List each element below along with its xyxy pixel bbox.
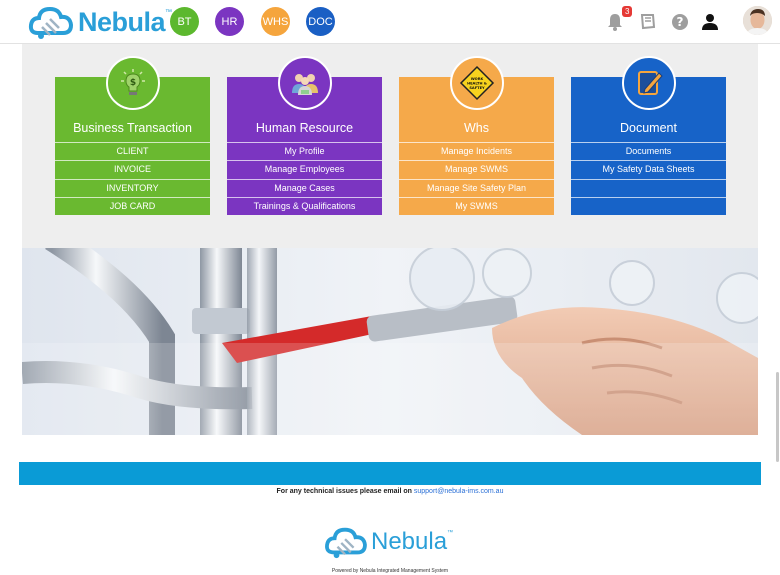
cloud-logo-icon: [325, 527, 367, 559]
menu-item-my-swms[interactable]: My SWMS: [399, 196, 554, 215]
svg-text:WORK: WORK: [470, 77, 483, 81]
svg-text:$: $: [129, 78, 135, 88]
menu-item-trainings-qualifications[interactable]: Trainings & Qualifications: [227, 196, 382, 215]
menu-item-documents[interactable]: Documents: [571, 142, 726, 160]
card-whs: WORK HEALTH & SAFTEY Whs Manage Incident…: [399, 56, 554, 215]
whs-sign-icon: WORK HEALTH & SAFTEY: [449, 56, 504, 110]
menu-item-manage-employees[interactable]: Manage Employees: [227, 160, 382, 178]
card-title: Document: [620, 121, 677, 135]
menu-item-empty: [571, 178, 726, 197]
people-icon: [277, 56, 332, 110]
trademark-mark: ™: [447, 530, 454, 536]
footer-logo: Nebula ™: [324, 524, 453, 560]
menu-item-manage-swms[interactable]: Manage SWMS: [399, 160, 554, 178]
module-bt-button[interactable]: BT: [170, 7, 199, 36]
menu-item-my-safety-data-sheets[interactable]: My Safety Data Sheets: [571, 160, 726, 178]
module-hr-button[interactable]: HR: [215, 7, 244, 36]
menu-item-invoice[interactable]: INVOICE: [55, 160, 210, 178]
footer-bar: [19, 462, 761, 485]
card-title: Business Transaction: [73, 121, 192, 135]
card-human-resource: Human Resource My Profile Manage Employe…: [227, 56, 382, 215]
card-business-transaction: $ Business Transaction CLIENT INVOICE IN…: [55, 56, 210, 215]
svg-text:?: ?: [677, 15, 684, 29]
support-text: For any technical issues please email on: [276, 488, 412, 495]
card-title: Human Resource: [255, 121, 354, 135]
top-bar: Nebula ™ BT HR WHS DOC 3 ?: [0, 0, 780, 44]
menu-item-manage-incidents[interactable]: Manage Incidents: [399, 142, 554, 160]
svg-text:SAFTEY: SAFTEY: [469, 86, 485, 90]
user-icon[interactable]: [700, 12, 720, 32]
book-icon[interactable]: [638, 12, 658, 32]
card-document: Document Documents My Safety Data Sheets: [571, 56, 726, 215]
help-icon[interactable]: ?: [670, 12, 690, 32]
brand-name: Nebula: [78, 6, 166, 37]
menu-item-client[interactable]: CLIENT: [55, 142, 210, 160]
support-email-link[interactable]: support@nebula-ims.com.au: [414, 488, 504, 495]
cloud-logo-icon: [28, 6, 74, 39]
footer-brand-name: Nebula: [371, 528, 448, 555]
menu-item-job-card[interactable]: JOB CARD: [55, 196, 210, 215]
dollar-bulb-icon: $: [105, 56, 160, 110]
document-pen-icon: [621, 56, 676, 110]
scrollbar-thumb[interactable]: [776, 372, 779, 462]
support-message: For any technical issues please email on…: [0, 488, 780, 495]
menu-item-manage-site-safety-plan[interactable]: Manage Site Safety Plan: [399, 178, 554, 197]
menu-item-inventory[interactable]: INVENTORY: [55, 178, 210, 197]
powered-by-text: Powered by Nebula Integrated Management …: [331, 568, 449, 574]
brand-logo[interactable]: Nebula ™: [28, 3, 172, 41]
menu-item-my-profile[interactable]: My Profile: [227, 142, 382, 160]
module-whs-button[interactable]: WHS: [261, 7, 290, 36]
user-avatar[interactable]: [743, 6, 772, 35]
menu-item-empty: [571, 196, 726, 215]
module-doc-button[interactable]: DOC: [306, 7, 335, 36]
menu-item-manage-cases[interactable]: Manage Cases: [227, 178, 382, 197]
card-title: Whs: [464, 121, 489, 135]
svg-text:HEALTH &: HEALTH &: [467, 82, 487, 86]
notification-badge: 3: [622, 6, 633, 17]
hero-plumbing-image: [22, 248, 758, 435]
